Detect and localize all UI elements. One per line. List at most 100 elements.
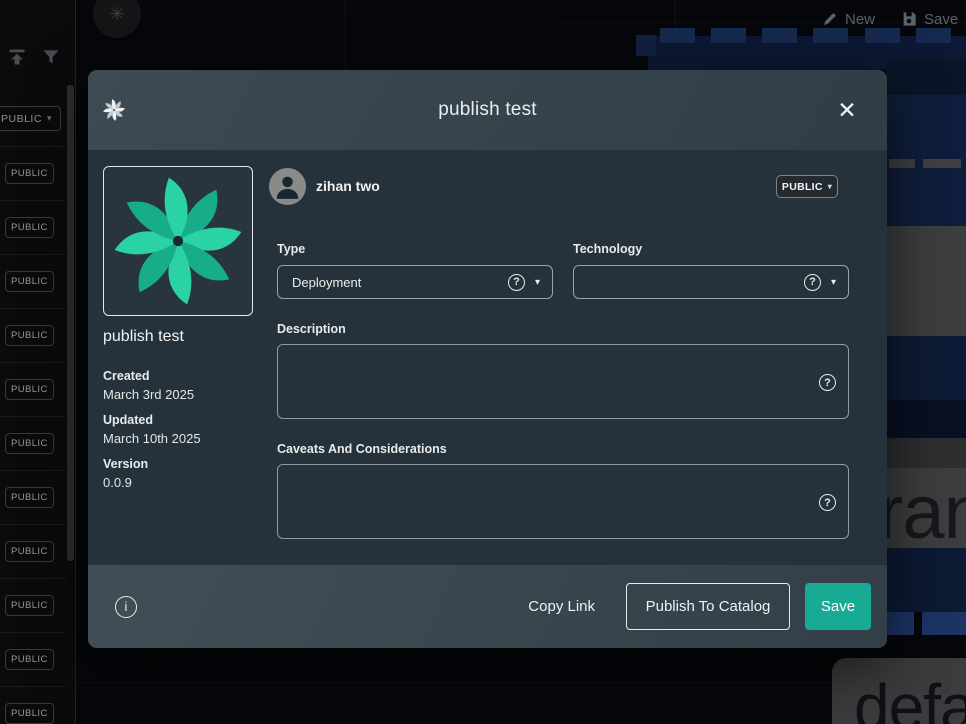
type-label: Type [277,242,305,256]
public-badge: PUBLIC [5,703,54,724]
info-glyph: i [125,599,128,614]
canvas-node [886,336,966,400]
pencil-icon [822,11,838,27]
created-label: Created [103,369,150,383]
grid-line [345,0,346,70]
help-glyph: ? [824,377,831,389]
version-label: Version [103,457,148,471]
help-glyph: ? [824,497,831,509]
asset-thumbnail [103,166,253,316]
sidebar-list-item[interactable]: PUBLIC [0,362,66,416]
visibility-dropdown[interactable]: PUBLIC ▾ [776,175,838,198]
copy-link-button[interactable]: Copy Link [528,598,595,615]
new-label: New [845,11,875,28]
chevron-down-icon: ▾ [831,277,836,288]
sidebar-list-item[interactable]: PUBLIC [0,308,66,362]
timeline-block [813,28,848,43]
timeline-block [865,28,900,43]
info-icon[interactable]: i [115,596,137,618]
help-icon[interactable]: ? [508,274,525,291]
chevron-down-icon: ▾ [535,277,540,288]
updated-label: Updated [103,413,153,427]
technology-select[interactable]: ? ▾ [573,265,849,299]
type-select[interactable]: Deployment ? ▾ [277,265,553,299]
public-badge: PUBLIC [5,595,54,616]
node-label-text: ran [878,470,966,548]
dialog-footer: i Copy Link Publish To Catalog Save [88,565,887,648]
asterisk-icon: ✳ [109,4,124,25]
canvas-band [886,60,966,95]
sidebar-list-item[interactable]: PUBLIC [0,146,66,200]
timeline-block [660,28,695,43]
filter-icon[interactable] [41,47,61,67]
asset-name: publish test [103,328,184,346]
caveats-textarea[interactable]: ? [277,464,849,539]
app-root: ran defa New Save [0,0,966,724]
sidebar-visibility-filter[interactable]: PUBLIC ▾ [0,106,61,131]
canvas-node [886,400,966,438]
description-label: Description [277,322,346,336]
visibility-value: PUBLIC [782,181,823,193]
public-badge: PUBLIC [5,541,54,562]
canvas-node [886,438,966,468]
sidebar-scrollbar[interactable] [67,85,74,561]
save-diagram-button[interactable]: Save [901,8,958,30]
help-icon[interactable]: ? [804,274,821,291]
canvas-node [886,548,966,612]
publish-to-catalog-button[interactable]: Publish To Catalog [626,583,790,630]
technology-label: Technology [573,242,642,256]
sidebar-toolbar [0,0,76,76]
help-icon[interactable]: ? [819,374,836,391]
owner-name: zihan two [316,178,380,194]
help-icon[interactable]: ? [819,494,836,511]
public-badge: PUBLIC [5,217,54,238]
help-glyph: ? [513,276,520,288]
updated-value: March 10th 2025 [103,431,201,446]
sidebar-list-item[interactable]: PUBLIC [0,632,66,686]
sidebar-list-item[interactable]: PUBLIC [0,524,66,578]
sidebar-list-item[interactable]: PUBLIC [0,416,66,470]
public-badge: PUBLIC [5,163,54,184]
version-value: 0.0.9 [103,475,132,490]
sidebar: PUBLIC ▾ PUBLIC PUBLIC PUBLIC PUBLIC PUB… [0,0,76,724]
sidebar-list-item[interactable]: PUBLIC [0,686,66,724]
timeline-block [636,35,656,56]
sidebar-list-item[interactable]: PUBLIC [0,254,66,308]
person-icon [269,168,306,205]
save-button[interactable]: Save [805,583,871,630]
canvas-node-label: ran [878,468,966,548]
upload-icon[interactable] [7,47,27,67]
dialog-title: publish test [88,70,887,150]
public-badge: PUBLIC [5,433,54,454]
filter-value: PUBLIC [1,113,42,125]
canvas-bar [923,159,961,168]
chevron-down-icon: ▾ [828,182,832,191]
type-value: Deployment [292,275,361,290]
save-label: Save [924,11,958,28]
timeline-block [916,28,951,43]
sidebar-list-item[interactable]: PUBLIC [0,470,66,524]
avatar [269,168,306,205]
sidebar-list-item[interactable]: PUBLIC [0,578,66,632]
close-icon[interactable]: ✕ [833,96,861,124]
canvas-bar [922,612,966,635]
timeline-block [711,28,746,43]
sidebar-list-item[interactable]: PUBLIC [0,200,66,254]
new-button[interactable]: New [822,8,875,30]
public-badge: PUBLIC [5,487,54,508]
chevron-down-icon: ▾ [47,113,52,124]
canvas-bar [884,612,914,635]
description-textarea[interactable]: ? [277,344,849,419]
help-glyph: ? [809,276,816,288]
caveats-label: Caveats And Considerations [277,442,447,456]
dialog-header: publish test ✕ [88,70,887,150]
node-label-text: defa [854,670,966,724]
canvas-node-default: defa [832,658,966,724]
grid-line [76,682,832,683]
canvas-node [886,226,966,336]
canvas-bar [889,159,915,168]
public-badge: PUBLIC [5,379,54,400]
created-value: March 3rd 2025 [103,387,194,402]
timeline-block [762,28,797,43]
public-badge: PUBLIC [5,325,54,346]
